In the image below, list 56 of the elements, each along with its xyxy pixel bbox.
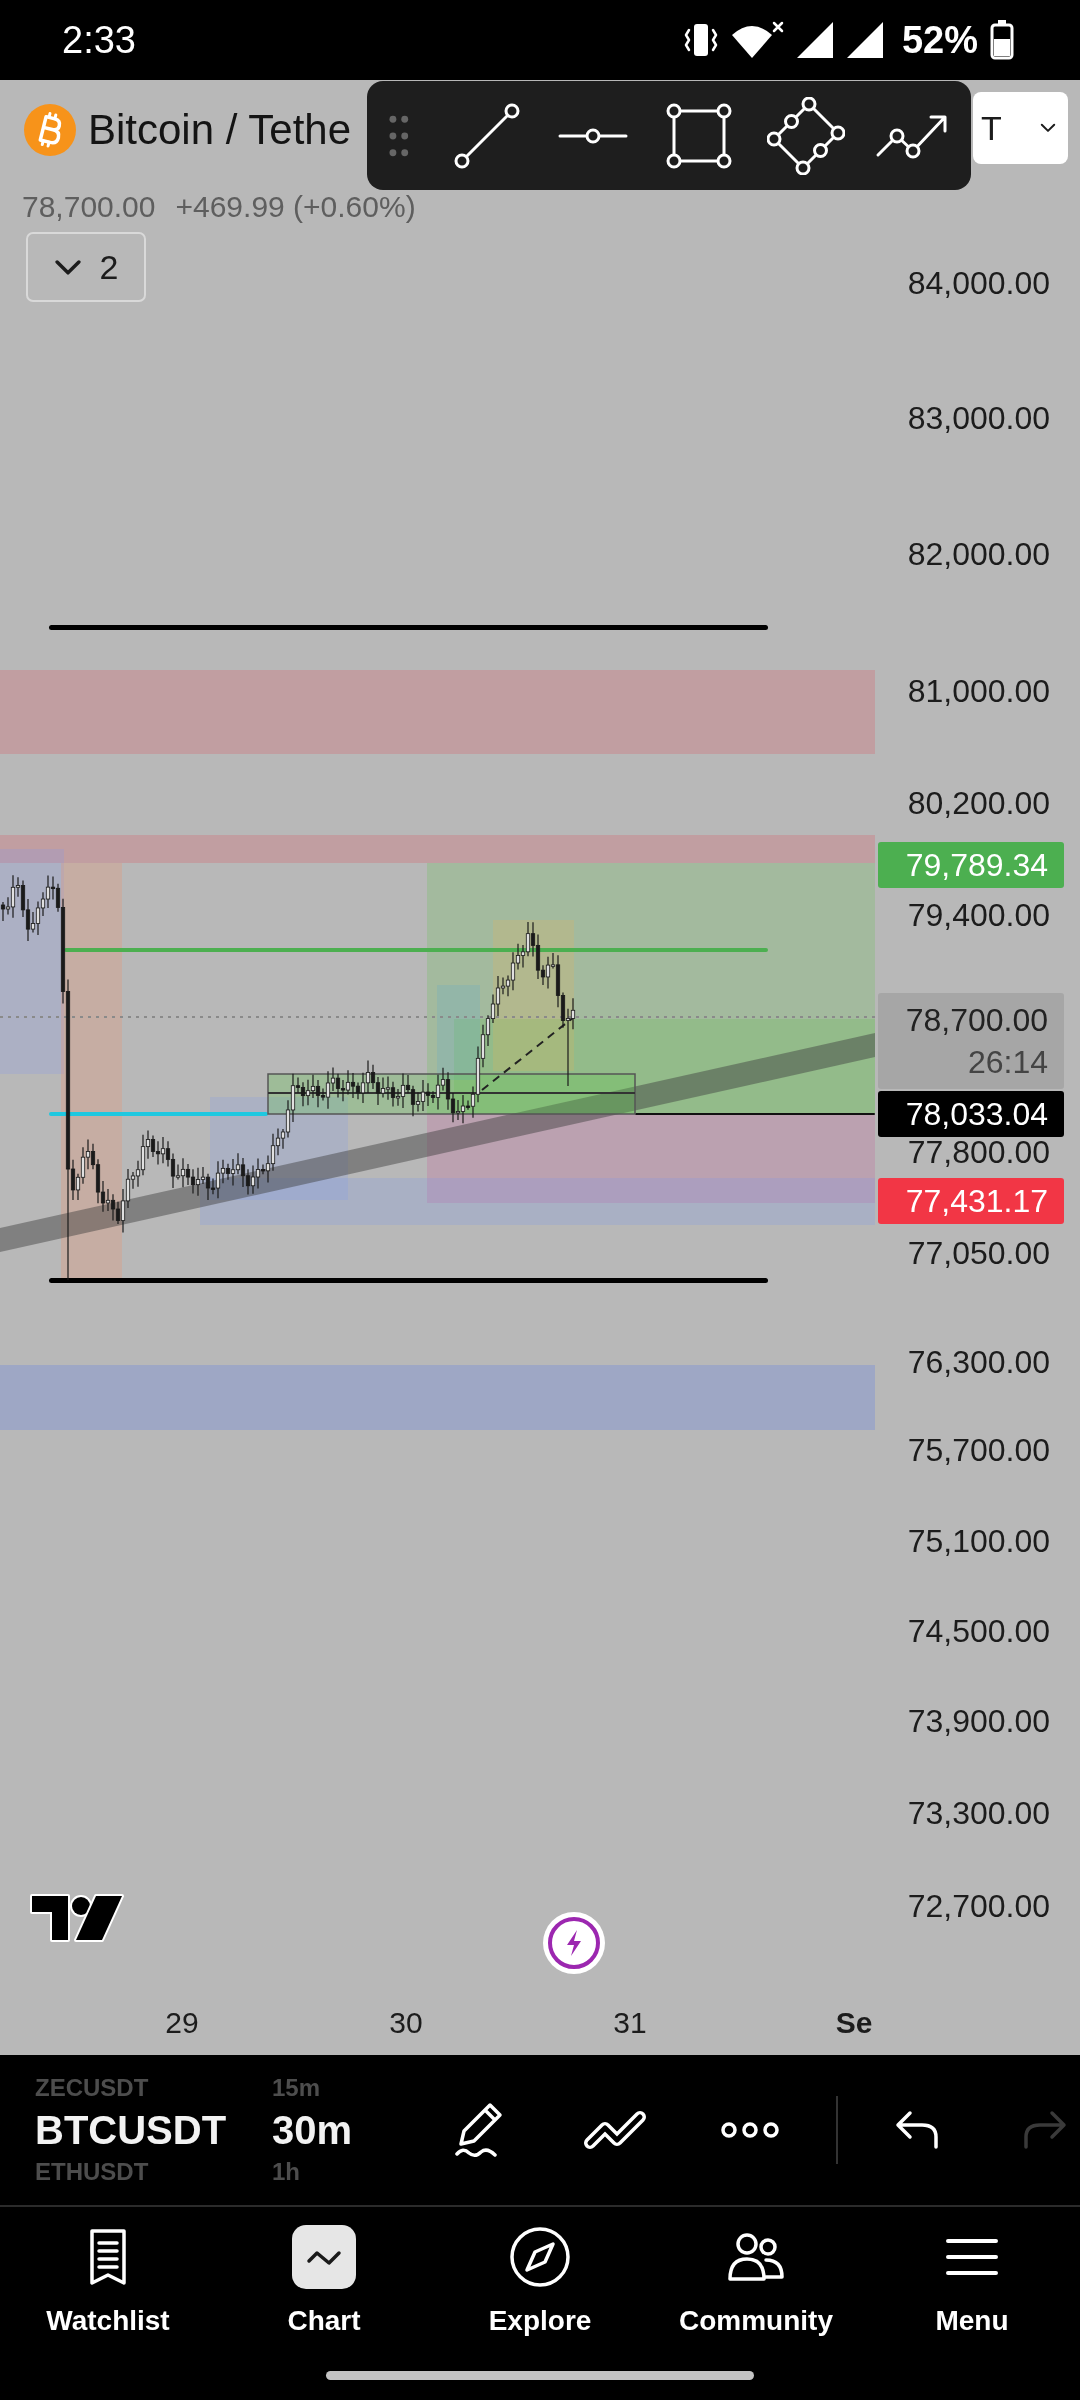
time-axis-label: 31 [613, 2004, 647, 2041]
price-axis-label: 84,000.00 [907, 265, 1050, 301]
time-axis-label: Se [835, 2004, 873, 2041]
nav-tab[interactable]: Menu [864, 2207, 1080, 2337]
more-icon [720, 2122, 780, 2138]
price-axis-label: 77,800.00 [907, 1134, 1050, 1170]
compass-icon [508, 2225, 572, 2289]
horizontal-line-icon [558, 127, 629, 144]
currency-select[interactable]: T [973, 92, 1068, 164]
price-axis-label: 75,700.00 [907, 1432, 1050, 1468]
bar-countdown-text: 26:14 [967, 1043, 1048, 1081]
drag-handle-icon[interactable] [389, 113, 409, 158]
price-axis-label: 82,000.00 [907, 536, 1050, 572]
time-axis-label: 29 [165, 2004, 199, 2041]
indicators-toggle[interactable]: 2 [26, 232, 146, 302]
price-axis-label: 73,900.00 [907, 1703, 1050, 1739]
nav-tab[interactable]: Community [648, 2207, 864, 2337]
price-axis-label: 76,300.00 [907, 1344, 1050, 1380]
signal-icon [795, 21, 834, 59]
battery-level-text: 52% [901, 18, 978, 62]
price-axis-label: 75,100.00 [907, 1523, 1050, 1559]
price-axis-label: 74,500.00 [907, 1613, 1050, 1649]
zigzag-icon [583, 2110, 647, 2150]
symbol-option[interactable]: BTCUSDT [35, 2106, 227, 2154]
price-axis-label: 77,050.00 [907, 1235, 1050, 1271]
price-tag-value: 78,700.00 [905, 1001, 1048, 1039]
vibrate-icon [683, 21, 718, 59]
nav-tab[interactable]: Explore [432, 2207, 648, 2337]
price-tag-value: 79,789.34 [905, 846, 1048, 884]
price-axis-label: 81,000.00 [907, 673, 1050, 709]
symbol-title: Bitcoin / Tethe [88, 105, 352, 155]
undo-icon [894, 2109, 940, 2151]
price-axis-label: 72,700.00 [907, 1888, 1050, 1924]
lightning-icon [543, 1912, 605, 1974]
price-axis-label: 83,000.00 [907, 400, 1050, 436]
nav-tab[interactable]: Chart [216, 2207, 432, 2337]
redo-icon [1022, 2109, 1068, 2151]
price-axis-label: 80,200.00 [907, 785, 1050, 821]
rotated-rectangle-icon [766, 96, 845, 175]
time-axis-label: 30 [389, 2004, 423, 2041]
price-tag-value: 77,431.17 [905, 1182, 1048, 1220]
chevron-down-icon [1040, 123, 1056, 133]
wifi-icon [729, 21, 784, 59]
bitcoin-logo [24, 104, 76, 156]
price-axis-label: 79,400.00 [907, 897, 1050, 933]
interval-option[interactable]: 30m [272, 2106, 353, 2154]
signal-icon [845, 21, 884, 59]
lightning-button[interactable] [543, 1912, 605, 1974]
nav-tab[interactable]: Watchlist [0, 2207, 216, 2337]
price-change-text: +469.99 (+0.60%) [175, 190, 416, 224]
price-axis-label: 73,300.00 [907, 1795, 1050, 1831]
chart-icon [292, 2225, 356, 2289]
clock-text: 2:33 [62, 18, 136, 62]
battery-icon [990, 20, 1014, 60]
price-tag-value: 78,033.04 [905, 1095, 1048, 1133]
last-price-text: 78,700.00 [22, 190, 156, 224]
